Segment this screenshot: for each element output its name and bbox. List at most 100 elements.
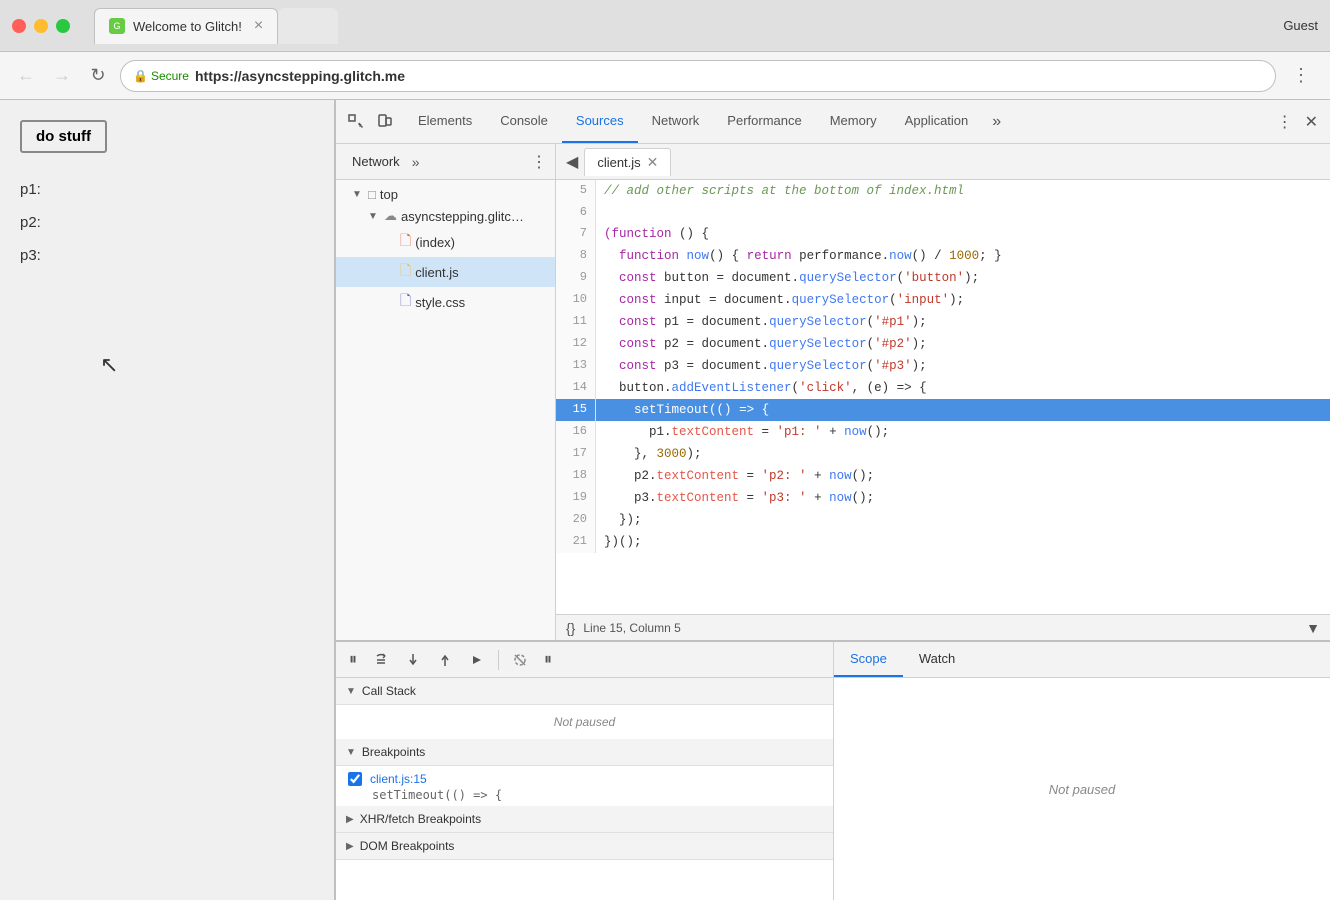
xhr-breakpoints-header[interactable]: ▶ XHR/fetch Breakpoints — [336, 806, 833, 833]
file-tree-more-button[interactable]: » — [412, 154, 420, 170]
tab-close-button[interactable]: × — [254, 17, 263, 35]
cloud-folder-icon: ☁ — [384, 208, 397, 224]
breakpoints-header[interactable]: ▼ Breakpoints — [336, 739, 833, 766]
dom-breakpoints-label: DOM Breakpoints — [360, 839, 455, 853]
code-line-15[interactable]: 15 setTimeout(() => { — [556, 399, 1330, 421]
tab-application[interactable]: Application — [891, 100, 983, 143]
title-bar: G Welcome to Glitch! × Guest — [0, 0, 1330, 52]
pause-resume-button[interactable]: ⏸ — [344, 648, 362, 672]
code-status-bar: {} Line 15, Column 5 ▼ — [556, 614, 1330, 640]
separator — [498, 650, 499, 670]
code-editor-back-button[interactable]: ◀ — [560, 152, 584, 172]
call-stack-header[interactable]: ▼ Call Stack — [336, 678, 833, 705]
devtools-icons — [344, 110, 396, 134]
tab-favicon: G — [109, 18, 125, 34]
dom-breakpoints-header[interactable]: ▶ DOM Breakpoints — [336, 833, 833, 860]
dom-arrow-icon: ▶ — [346, 841, 354, 852]
devtools-settings-button[interactable]: ⋮ — [1273, 108, 1297, 136]
code-line-content: p3.textContent = 'p3: ' + now(); — [596, 487, 882, 509]
code-line-12[interactable]: 12 const p2 = document.querySelector('#p… — [556, 333, 1330, 355]
tab-sources[interactable]: Sources — [562, 100, 638, 143]
breakpoint-label: client.js:15 — [348, 772, 821, 786]
code-line-14[interactable]: 14 button.addEventListener('click', (e) … — [556, 377, 1330, 399]
not-paused-text: Not paused — [336, 705, 833, 739]
call-stack-arrow-icon: ▼ — [346, 686, 356, 697]
tree-item-origin[interactable]: ▼ ☁ asyncstepping.glitc… — [336, 205, 555, 227]
status-dropdown-button[interactable]: ▼ — [1306, 620, 1320, 636]
new-tab-button[interactable] — [278, 8, 338, 44]
code-line-16[interactable]: 16 p1.textContent = 'p1: ' + now(); — [556, 421, 1330, 443]
step-over-button[interactable] — [368, 649, 394, 671]
line-number: 18 — [556, 465, 596, 487]
code-line-content: const button = document.querySelector('b… — [596, 267, 987, 289]
code-line-17[interactable]: 17 }, 3000); — [556, 443, 1330, 465]
watch-tab[interactable]: Watch — [903, 642, 971, 677]
code-line-6[interactable]: 6 — [556, 202, 1330, 223]
breakpoint-checkbox[interactable] — [348, 772, 362, 786]
reload-button[interactable]: ↻ — [84, 62, 112, 90]
code-line-5[interactable]: 5 // add other scripts at the bottom of … — [556, 180, 1330, 202]
page-text: p1: p2: p3: — [20, 173, 314, 272]
step-out-button[interactable] — [432, 649, 458, 671]
code-line-7[interactable]: 7 (function () { — [556, 223, 1330, 245]
tree-item-style-css[interactable]: 🗋 style.css — [336, 287, 555, 317]
format-icon[interactable]: {} — [566, 620, 575, 636]
tree-item-client-js[interactable]: 🗋 client.js — [336, 257, 555, 287]
file-tree-network-tab[interactable]: Network — [344, 150, 408, 173]
code-line-content: setTimeout(() => { — [596, 399, 777, 421]
line-number: 11 — [556, 311, 596, 333]
code-content[interactable]: 5 // add other scripts at the bottom of … — [556, 180, 1330, 614]
line-number: 13 — [556, 355, 596, 377]
line-number: 20 — [556, 509, 596, 531]
file-tree-menu-button[interactable]: ⋮ — [531, 152, 547, 172]
back-button[interactable]: ← — [12, 62, 40, 90]
line-number: 16 — [556, 421, 596, 443]
tab-console[interactable]: Console — [486, 100, 562, 143]
inspect-element-button[interactable] — [344, 110, 368, 134]
pause-on-exceptions-button[interactable]: ⏸ — [539, 648, 557, 672]
scope-not-paused-text: Not paused — [1049, 782, 1116, 797]
devtools-close-button[interactable]: ✕ — [1301, 108, 1322, 136]
code-editor-tabs: ◀ client.js ✕ — [556, 144, 1330, 180]
css-file-icon: 🗋 — [400, 290, 411, 314]
step-into-button[interactable] — [400, 649, 426, 671]
code-line-8[interactable]: 8 function now() { return performance.no… — [556, 245, 1330, 267]
code-line-18[interactable]: 18 p2.textContent = 'p2: ' + now(); — [556, 465, 1330, 487]
do-stuff-button[interactable]: do stuff — [20, 120, 107, 153]
tab-elements[interactable]: Elements — [404, 100, 486, 143]
url-bar[interactable]: 🔒 Secure https://asyncstepping.glitch.me — [120, 60, 1276, 92]
tab-network[interactable]: Network — [638, 100, 714, 143]
code-tab-client-js[interactable]: client.js ✕ — [584, 148, 671, 176]
step-button[interactable] — [464, 649, 490, 671]
browser-content: do stuff p1: p2: p3: ↖ — [0, 100, 335, 900]
code-line-10[interactable]: 10 const input = document.querySelector(… — [556, 289, 1330, 311]
close-button[interactable] — [12, 19, 26, 33]
tab-performance[interactable]: Performance — [713, 100, 815, 143]
tab-memory[interactable]: Memory — [816, 100, 891, 143]
p2-label: p2: — [20, 206, 314, 239]
tree-item-index-label: (index) — [415, 235, 455, 250]
code-tab-close-button[interactable]: ✕ — [647, 154, 659, 171]
code-line-19[interactable]: 19 p3.textContent = 'p3: ' + now(); — [556, 487, 1330, 509]
devtools-more-tabs-button[interactable]: » — [986, 100, 1007, 143]
scope-tab[interactable]: Scope — [834, 642, 903, 677]
device-toolbar-button[interactable] — [372, 110, 396, 134]
scope-tabs: Scope Watch — [834, 642, 1330, 678]
tree-item-top[interactable]: ▼ □ top — [336, 184, 555, 205]
browser-tab[interactable]: G Welcome to Glitch! × — [94, 8, 278, 44]
forward-button[interactable]: → — [48, 62, 76, 90]
lock-icon: 🔒 — [133, 69, 148, 83]
maximize-button[interactable] — [56, 19, 70, 33]
code-line-11[interactable]: 11 const p1 = document.querySelector('#p… — [556, 311, 1330, 333]
line-number: 21 — [556, 531, 596, 553]
minimize-button[interactable] — [34, 19, 48, 33]
code-line-21[interactable]: 21 })(); — [556, 531, 1330, 553]
line-number: 17 — [556, 443, 596, 465]
devtools-panel: Elements Console Sources Network Perform… — [335, 100, 1330, 900]
deactivate-breakpoints-button[interactable] — [507, 649, 533, 671]
browser-menu-button[interactable]: ⋮ — [1284, 61, 1318, 90]
tree-item-index[interactable]: 🗋 (index) — [336, 227, 555, 257]
code-line-9[interactable]: 9 const button = document.querySelector(… — [556, 267, 1330, 289]
code-line-20[interactable]: 20 }); — [556, 509, 1330, 531]
code-line-13[interactable]: 13 const p3 = document.querySelector('#p… — [556, 355, 1330, 377]
